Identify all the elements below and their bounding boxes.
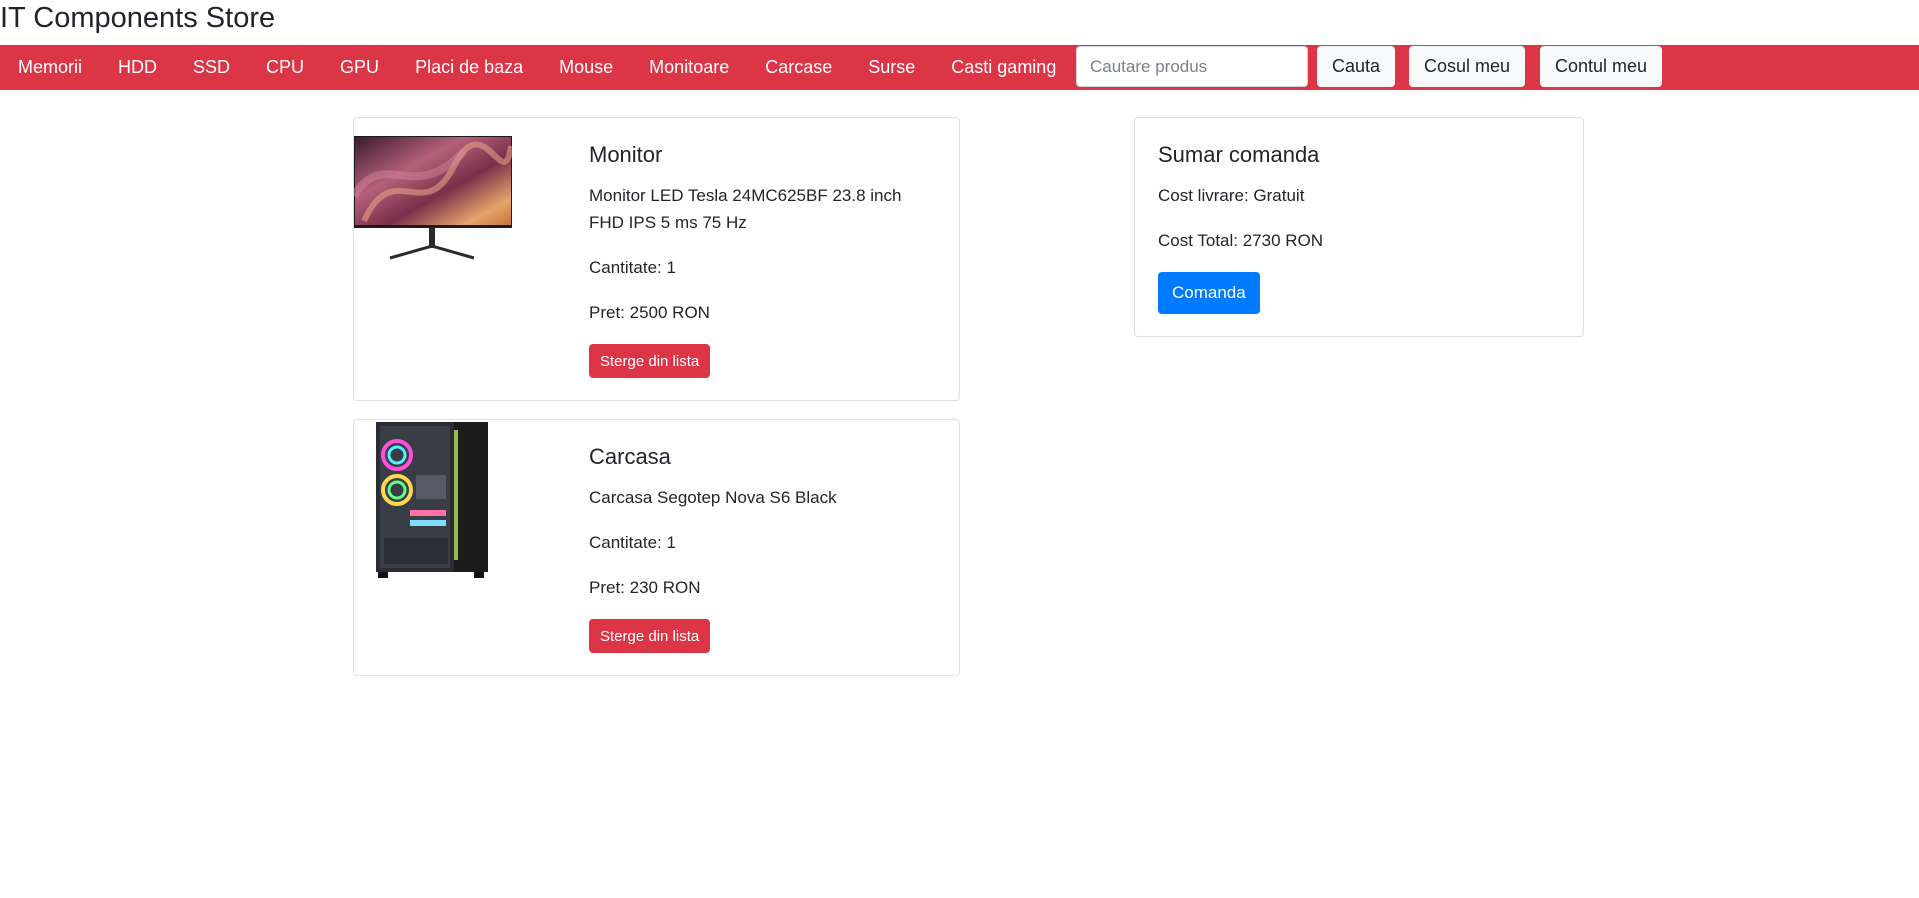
product-quantity: Cantitate: 1 [589, 533, 676, 552]
monitor-product-image [354, 136, 512, 260]
nav-item-monitoare[interactable]: Monitoare [649, 57, 729, 78]
account-button[interactable]: Contul meu [1540, 46, 1663, 87]
cart-item-details: Carcasa Carcasa Segotep Nova S6 Black Ca… [589, 442, 929, 653]
nav-item-memorii[interactable]: Memorii [18, 57, 82, 78]
cart-item-card: Monitor Monitor LED Tesla 24MC625BF 23.8… [353, 117, 960, 401]
nav-item-cpu[interactable]: CPU [266, 57, 304, 78]
nav-item-gpu[interactable]: GPU [340, 57, 379, 78]
product-price: Pret: 2500 RON [589, 303, 710, 322]
product-price: Pret: 230 RON [589, 578, 701, 597]
pc-case-product-image [376, 422, 488, 578]
remove-item-button[interactable]: Sterge din lista [589, 344, 711, 378]
navbar: Memorii HDD SSD CPU GPU Placi de baza Mo… [0, 45, 1919, 90]
cart-item-details: Monitor Monitor LED Tesla 24MC625BF 23.8… [589, 140, 929, 378]
order-summary-card: Sumar comanda Cost livrare: Gratuit Cost… [1134, 117, 1584, 337]
order-summary-body: Sumar comanda Cost livrare: Gratuit Cost… [1158, 140, 1323, 314]
order-summary-title: Sumar comanda [1158, 142, 1320, 167]
product-name: Carcasa [589, 444, 671, 469]
site-title: IT Components Store [0, 2, 276, 34]
nav-item-mouse[interactable]: Mouse [559, 57, 613, 78]
total-cost: Cost Total: 2730 RON [1158, 231, 1324, 250]
product-description: Carcasa Segotep Nova S6 Black [589, 488, 837, 507]
nav-item-ssd[interactable]: SSD [193, 57, 230, 78]
product-quantity: Cantitate: 1 [589, 258, 676, 277]
cart-button[interactable]: Cosul meu [1409, 46, 1526, 87]
cart-item-card: Carcasa Carcasa Segotep Nova S6 Black Ca… [353, 419, 960, 676]
search-button[interactable]: Cauta [1317, 46, 1396, 87]
nav-item-surse[interactable]: Surse [868, 57, 915, 78]
nav-item-casti-gaming[interactable]: Casti gaming [951, 57, 1056, 78]
nav-menu: Memorii HDD SSD CPU GPU Placi de baza Mo… [18, 57, 1092, 78]
place-order-button[interactable]: Comanda [1158, 272, 1260, 314]
product-name: Monitor [589, 142, 663, 167]
search-input[interactable] [1076, 46, 1308, 87]
nav-item-carcase[interactable]: Carcase [765, 57, 832, 78]
nav-item-placi-de-baza[interactable]: Placi de baza [415, 57, 523, 78]
product-description: Monitor LED Tesla 24MC625BF 23.8 inch FH… [589, 186, 902, 232]
remove-item-button[interactable]: Sterge din lista [589, 619, 711, 653]
delivery-cost: Cost livrare: Gratuit [1158, 186, 1305, 205]
nav-item-hdd[interactable]: HDD [118, 57, 157, 78]
